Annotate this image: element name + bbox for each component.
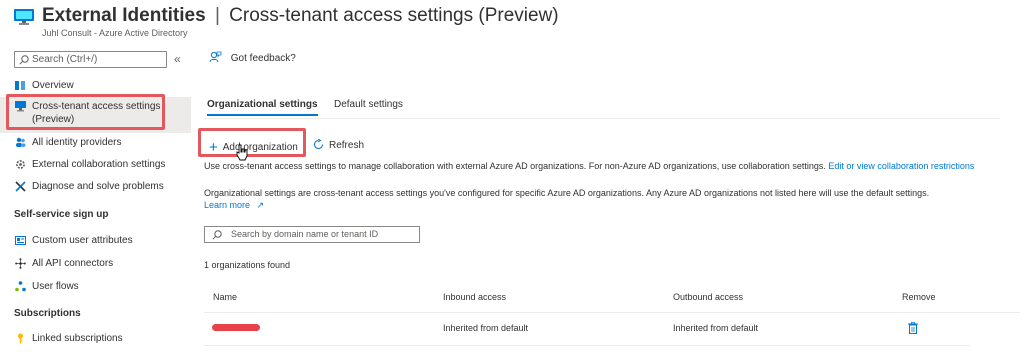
section-self-service: Self-service sign up (14, 209, 109, 220)
table-header-divider (204, 312, 1020, 313)
sidebar-item-user-flows[interactable]: User flows (0, 277, 191, 299)
sidebar-item-api-connectors[interactable]: All API connectors (0, 254, 191, 276)
outbound-access-link[interactable]: Inherited from default (673, 323, 758, 333)
sidebar: Search (Ctrl+/) « Overview Cross-tenant … (0, 44, 191, 357)
section-subscriptions: Subscriptions (14, 308, 81, 319)
search-placeholder: Search by domain name or tenant ID (231, 229, 379, 239)
tab-organizational-settings[interactable]: Organizational settings (207, 99, 318, 116)
learn-more-link[interactable]: Learn more ↗ (204, 200, 264, 211)
feedback-icon (209, 51, 222, 63)
wrench-icon (15, 181, 26, 192)
page-header: External Identities | Cross-tenant acces… (0, 0, 1024, 44)
sidebar-item-custom-attributes[interactable]: Custom user attributes (0, 231, 191, 253)
tab-default-settings[interactable]: Default settings (334, 99, 403, 110)
inbound-access-link[interactable]: Inherited from default (443, 323, 528, 333)
more-options-button[interactable]: ··· (498, 6, 514, 21)
sidebar-item-diagnose[interactable]: Diagnose and solve problems (0, 177, 191, 199)
info-icon (15, 81, 25, 90)
collapse-sidebar-button[interactable]: « (174, 52, 181, 66)
users-icon (16, 137, 26, 147)
sidebar-item-label: All identity providers (32, 137, 122, 148)
title-separator: | (214, 5, 220, 26)
column-header-remove: Remove (902, 292, 936, 302)
column-header-inbound[interactable]: Inbound access (443, 292, 506, 302)
delete-icon[interactable] (908, 322, 918, 334)
azure-ad-icon (14, 9, 34, 25)
redacted-organization-name[interactable] (212, 324, 260, 331)
sidebar-item-label: User flows (32, 281, 79, 292)
hand-cursor-icon (236, 144, 248, 161)
refresh-icon (313, 139, 324, 150)
search-placeholder: Search (Ctrl+/) (32, 54, 98, 65)
add-organization-highlight (198, 128, 306, 157)
organization-search-input[interactable]: Search by domain name or tenant ID (204, 226, 420, 243)
column-header-name[interactable]: Name (213, 292, 237, 302)
sidebar-item-label: Diagnose and solve problems (32, 181, 164, 192)
flow-icon (15, 281, 26, 292)
attributes-icon (15, 236, 26, 245)
connector-icon (15, 258, 26, 269)
sidebar-search-input[interactable]: Search (Ctrl+/) (14, 51, 167, 68)
page-title: External Identities | Cross-tenant acces… (42, 5, 559, 27)
refresh-button[interactable]: Refresh (313, 139, 364, 151)
external-link-icon: ↗ (256, 200, 265, 210)
sidebar-item-linked-subscriptions[interactable]: Linked subscriptions (0, 329, 191, 351)
gear-icon (16, 160, 25, 169)
tabs-divider (205, 118, 1000, 119)
sidebar-item-label: Custom user attributes (32, 235, 133, 246)
search-icon (19, 55, 29, 65)
feedback-label: Got feedback? (230, 53, 296, 64)
search-icon (212, 230, 222, 240)
feedback-button[interactable]: Got feedback? (209, 51, 296, 64)
description-collaboration: Use cross-tenant access settings to mana… (204, 161, 974, 171)
organizations-count: 1 organizations found (204, 260, 291, 270)
column-header-outbound[interactable]: Outbound access (673, 292, 743, 302)
learn-more-label: Learn more (204, 200, 251, 210)
sidebar-item-label: Overview (32, 80, 74, 91)
page-subtitle: Juhl Consult - Azure Active Directory (42, 28, 188, 38)
sidebar-item-label: Linked subscriptions (32, 333, 123, 344)
refresh-label: Refresh (329, 140, 365, 151)
title-strong: External Identities (42, 5, 206, 26)
sidebar-item-identity-providers[interactable]: All identity providers (0, 133, 191, 155)
description-org-settings: Organizational settings are cross-tenant… (204, 188, 930, 198)
sidebar-item-label: External collaboration settings (32, 159, 166, 170)
key-icon (18, 333, 23, 344)
sidebar-item-external-collaboration[interactable]: External collaboration settings (0, 155, 191, 177)
table-row-divider (204, 345, 970, 346)
sidebar-item-label: All API connectors (32, 258, 114, 269)
edit-collaboration-restrictions-link[interactable]: Edit or view collaboration restrictions (828, 161, 974, 171)
sidebar-highlight (6, 94, 165, 130)
description-text: Use cross-tenant access settings to mana… (204, 161, 826, 171)
